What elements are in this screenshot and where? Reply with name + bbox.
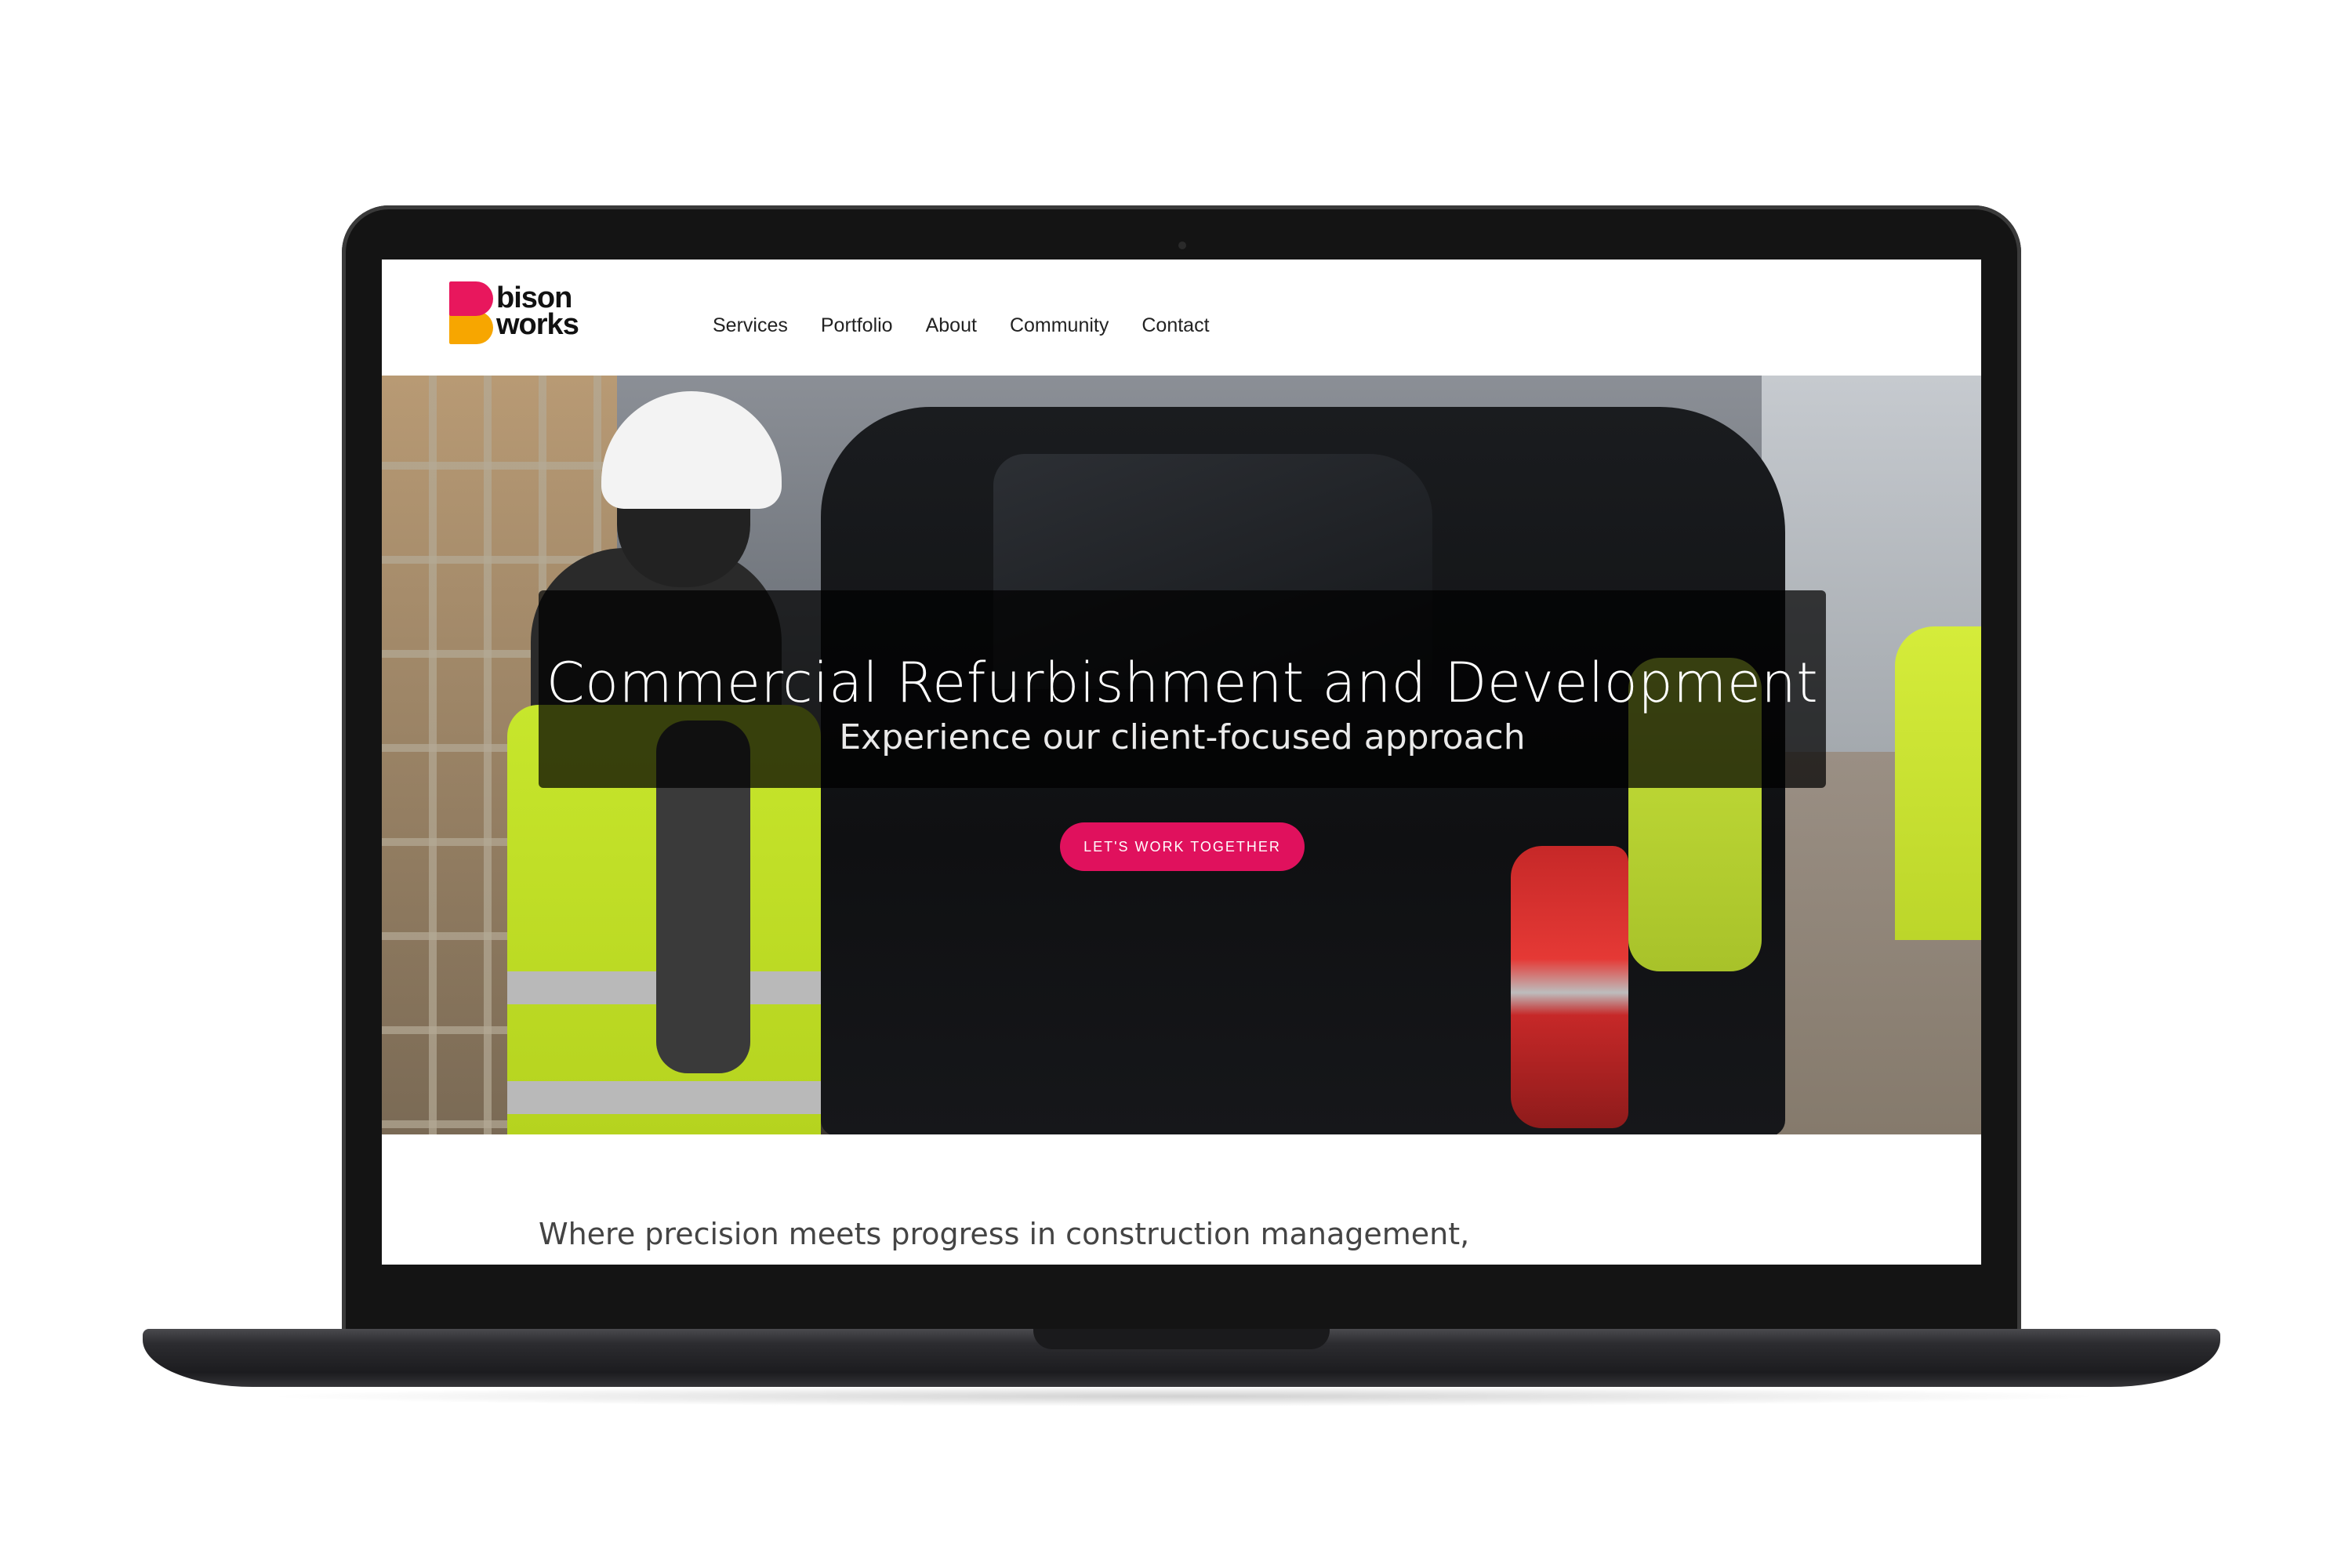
nav-item-contact[interactable]: Contact [1142, 314, 1209, 337]
laptop-hinge-notch [1033, 1329, 1330, 1349]
worker-image-right [1895, 626, 1981, 940]
logo-line-2: works [496, 308, 579, 341]
nav-item-community[interactable]: Community [1010, 314, 1109, 337]
laptop-screen: bison works Services Portfolio About Com… [382, 260, 1981, 1265]
hero-subtitle: Experience our client-focused approach [839, 717, 1526, 757]
bison-works-logo[interactable]: bison works [449, 281, 598, 352]
webcam [1178, 241, 1186, 249]
logo-line-1: bison [496, 281, 572, 314]
site-header: bison works Services Portfolio About Com… [382, 260, 1981, 376]
hard-hat [601, 391, 782, 509]
vest-stripe [507, 1081, 821, 1114]
logo-mark-orange [449, 311, 493, 344]
laptop-shadow [259, 1386, 2109, 1406]
lets-work-together-button[interactable]: Let's work together [1060, 822, 1305, 871]
hero-text-panel: Commercial Refurbishment and Development… [539, 590, 1826, 788]
logo-mark-pink [449, 281, 493, 316]
nav-item-about[interactable]: About [926, 314, 977, 337]
hero-title: Commercial Refurbishment and Development [546, 650, 1819, 715]
main-nav: Services Portfolio About Community Conta… [713, 314, 1243, 337]
logo-wordmark: bison works [496, 281, 579, 341]
nav-item-portfolio[interactable]: Portfolio [821, 314, 893, 337]
van-taillight-image [1511, 846, 1628, 1128]
hero-section: Commercial Refurbishment and Development… [382, 376, 1981, 1134]
intro-paragraph: Where precision meets progress in constr… [539, 1217, 1470, 1251]
nav-item-services[interactable]: Services [713, 314, 788, 337]
